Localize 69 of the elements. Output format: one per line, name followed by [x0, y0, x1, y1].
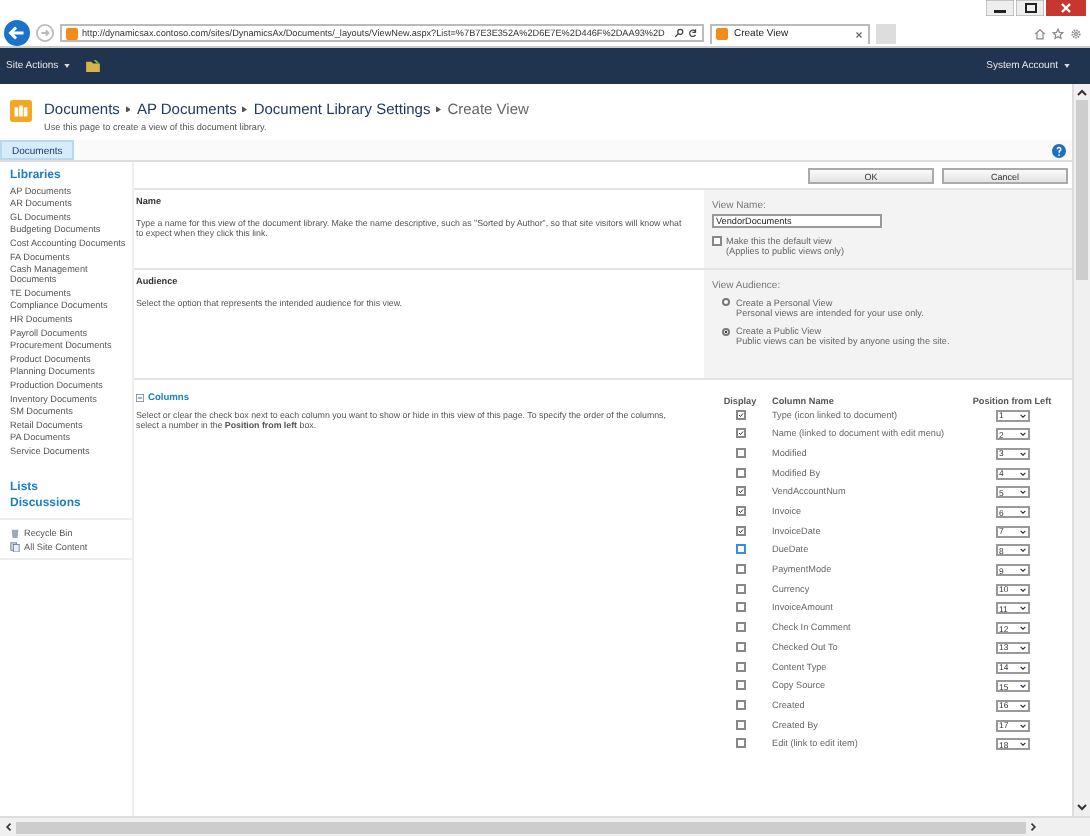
caret-icon [1019, 587, 1025, 592]
close-tab-icon[interactable] [854, 29, 864, 39]
checkbox[interactable] [735, 622, 745, 633]
folder-icon[interactable] [86, 60, 101, 72]
site-favicon [716, 28, 728, 40]
close-icon[interactable] [1046, 0, 1086, 16]
collapse-icon[interactable] [136, 394, 144, 403]
settings-icon[interactable] [1070, 27, 1082, 39]
caret-icon [1019, 665, 1025, 670]
checkbox[interactable] [735, 447, 745, 458]
vertical-scrollbar[interactable] [1072, 84, 1090, 816]
checkbox[interactable] [735, 467, 745, 478]
caret-icon [1019, 529, 1025, 534]
checkbox[interactable] [735, 738, 745, 749]
radio-button[interactable] [722, 297, 730, 306]
checkbox[interactable] [735, 602, 745, 613]
caret-icon [1019, 626, 1025, 631]
back-arrow-icon[interactable] [4, 20, 30, 46]
caret-icon [1019, 684, 1025, 689]
caret-icon [1019, 451, 1025, 456]
caret-icon [1019, 645, 1025, 650]
forward-arrow-icon[interactable] [36, 24, 54, 42]
breadcrumb-separator-icon [125, 105, 131, 113]
caret-icon [1019, 490, 1025, 495]
checkbox[interactable] [735, 409, 745, 420]
caret-icon [1019, 723, 1025, 728]
checkbox[interactable] [735, 661, 745, 672]
checkbox[interactable] [735, 564, 745, 575]
caret-icon [1064, 64, 1070, 68]
caret-icon [1019, 606, 1025, 611]
caret-icon [1019, 471, 1025, 476]
checkbox[interactable] [735, 525, 745, 536]
help-icon[interactable] [1052, 143, 1066, 157]
horizontal-scrollbar[interactable] [0, 816, 1090, 836]
checkbox[interactable] [735, 428, 745, 439]
checkbox[interactable] [735, 699, 745, 710]
star-icon[interactable] [1052, 27, 1064, 39]
home-icon[interactable] [1034, 27, 1046, 39]
minimize-icon[interactable] [986, 0, 1014, 16]
caret-icon [1019, 432, 1025, 437]
scroll-down-icon[interactable] [1076, 804, 1088, 812]
caret-icon [1019, 703, 1025, 708]
caret-icon [1019, 510, 1025, 515]
scroll-right-icon[interactable] [1030, 822, 1038, 832]
checkbox[interactable] [735, 486, 745, 497]
site-favicon [66, 27, 78, 39]
refresh-icon[interactable] [688, 28, 698, 38]
restore-icon[interactable] [1016, 0, 1044, 16]
documents-icon [10, 541, 20, 552]
checkbox[interactable] [735, 583, 745, 594]
checkbox[interactable] [735, 544, 745, 555]
library-icon [10, 100, 32, 122]
checkbox[interactable] [735, 506, 745, 517]
checkbox[interactable] [712, 236, 722, 246]
checkbox[interactable] [735, 680, 745, 691]
caret-icon [1019, 742, 1025, 747]
radio-button[interactable] [722, 327, 730, 336]
checkbox[interactable] [735, 641, 745, 652]
caret-icon [1019, 548, 1025, 553]
caret-icon [1019, 568, 1025, 573]
breadcrumb-separator-icon [436, 105, 442, 113]
recycle-bin-icon [10, 527, 20, 538]
caret-icon [1019, 413, 1025, 418]
checkbox[interactable] [735, 719, 745, 730]
scroll-left-icon[interactable] [4, 822, 12, 832]
search-icon[interactable] [674, 28, 684, 38]
caret-icon [64, 64, 71, 68]
scroll-up-icon[interactable] [1076, 88, 1088, 96]
breadcrumb-separator-icon [242, 105, 248, 113]
